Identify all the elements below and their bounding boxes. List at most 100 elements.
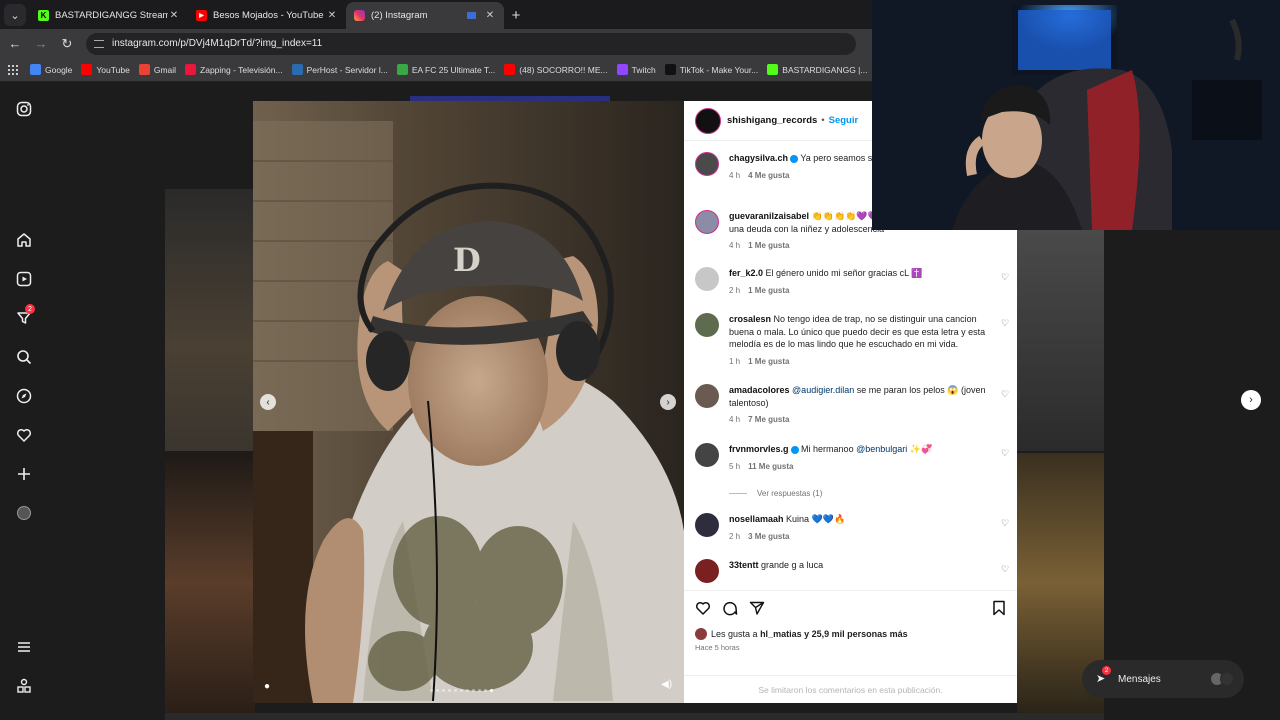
browser-tab-youtube[interactable]: ▶ Besos Mojados - YouTube ✕ (188, 2, 346, 29)
activity-icon[interactable]: 2 (15, 304, 35, 327)
commenter-avatar[interactable] (695, 443, 719, 467)
bookmark-label: BASTARDIGANGG |... (782, 64, 868, 75)
bookmark-item[interactable]: EA FC 25 Ultimate T... (396, 64, 495, 75)
bookmark-item[interactable]: BASTARDIGANGG |... (767, 64, 867, 75)
comment-like-icon[interactable]: ♡ (1001, 449, 1010, 458)
share-icon[interactable] (749, 600, 765, 616)
comment-username[interactable]: chagysilva.ch (729, 153, 788, 163)
notifications-heart-icon[interactable] (15, 426, 33, 444)
commenter-avatar[interactable] (695, 559, 719, 583)
comment-likes[interactable]: 1 Me gusta (748, 241, 789, 250)
comment-time: 4 h (729, 241, 741, 250)
comment-body: frvnmorvles.g Mi hermanoo @benbulgari ✨💞… (729, 443, 994, 473)
browser-tab-kick[interactable]: K BASTARDIGANGG Stream - Wat ✕ (30, 2, 188, 29)
commenter-avatar[interactable] (695, 210, 719, 234)
new-tab-button[interactable]: + (504, 3, 528, 27)
bookmark-item[interactable]: PerHost - Servidor l... (291, 64, 388, 75)
author-avatar[interactable] (695, 107, 721, 134)
tab-search-button[interactable]: ⌄ (4, 4, 26, 26)
messages-button[interactable]: ➤ 2 Mensajes (1082, 660, 1244, 698)
comment-username[interactable]: nosellamaah (729, 514, 784, 524)
address-bar[interactable]: instagram.com/p/DVj4M1qDrTd/?img_index=1… (86, 32, 856, 55)
comment-username[interactable]: frvnmorvles.g (729, 444, 789, 454)
comment-like-icon[interactable]: ♡ (1001, 319, 1010, 328)
reload-button[interactable]: ↻ (56, 33, 78, 55)
comment-icon[interactable] (722, 600, 738, 616)
comment-like-icon[interactable]: ♡ (1001, 390, 1010, 399)
instagram-logo-icon[interactable] (15, 100, 33, 118)
comment-body: nosellamaah Kuina 💙💙🔥 2 h 3 Me gusta (729, 513, 994, 543)
comment-mention[interactable]: @benbulgari (856, 444, 907, 454)
comment-username[interactable]: crosalesn (729, 314, 771, 324)
commenter-avatar[interactable] (695, 152, 719, 176)
comment-like-icon[interactable]: ♡ (1001, 565, 1010, 574)
follow-button[interactable]: Seguir (829, 115, 859, 126)
bookmark-item[interactable]: (48) SOCORRO!! ME... (504, 64, 608, 75)
browser-tab-instagram[interactable]: (2) Instagram ✕ (346, 2, 504, 29)
next-image-button[interactable]: › (660, 394, 676, 410)
comment-likes[interactable]: 3 Me gusta (748, 532, 789, 541)
profile-avatar[interactable] (15, 504, 33, 522)
kick-icon: K (38, 10, 49, 21)
close-icon[interactable]: ✕ (484, 10, 496, 21)
close-icon[interactable]: ✕ (168, 10, 180, 21)
comment-mention[interactable]: @audigier.dilan (792, 385, 854, 395)
home-icon[interactable] (15, 231, 33, 249)
menu-icon[interactable] (15, 638, 33, 656)
site-info-icon[interactable] (94, 39, 104, 48)
commenter-avatar[interactable] (695, 384, 719, 408)
audio-icon[interactable]: ◀) (661, 679, 673, 691)
comment-time: 5 h (729, 461, 741, 471)
bookmark-item[interactable]: Gmail (138, 64, 176, 75)
tab-title: Besos Mojados - YouTube (213, 10, 324, 21)
like-heart-icon[interactable] (695, 600, 711, 616)
post-media[interactable]: D ‹ › ● ◀) (253, 101, 684, 703)
comment-username[interactable]: guevaranilzaisabel (729, 211, 809, 221)
comment-username[interactable]: 33tentt (729, 560, 759, 570)
comment-likes[interactable]: 1 Me gusta (748, 357, 789, 366)
back-button[interactable]: ← (4, 33, 26, 55)
message-avatars (1210, 672, 1234, 686)
prev-image-button[interactable]: ‹ (260, 394, 276, 410)
tab-title: (2) Instagram (371, 10, 428, 21)
apps-grid-icon[interactable] (8, 64, 18, 75)
forward-button[interactable]: → (30, 33, 52, 55)
likes-summary[interactable]: Les gusta a hl_matias y 25,9 mil persona… (695, 628, 908, 640)
comment-body: 33tentt grande g a luca (729, 559, 994, 572)
bookmark-item[interactable]: Zapping - Televisión... (185, 64, 283, 75)
commenter-avatar[interactable] (695, 313, 719, 337)
user-tag-icon[interactable]: ● (264, 681, 276, 693)
comment-username[interactable]: fer_k2.0 (729, 268, 763, 278)
bookmark-item[interactable]: Google (30, 64, 72, 75)
comments-limited-notice: Se limitaron los comentarios en esta pub… (684, 675, 1017, 703)
bookmark-item[interactable]: Twitch (616, 64, 656, 75)
likes-rest[interactable]: y 25,9 mil personas más (804, 629, 908, 639)
comment-likes[interactable]: 4 Me gusta (748, 171, 789, 180)
explore-icon[interactable] (15, 387, 33, 405)
save-bookmark-icon[interactable] (991, 600, 1007, 616)
more-apps-icon[interactable] (15, 677, 33, 695)
comment-body: crosalesn No tengo idea de trap, no se d… (729, 313, 994, 368)
reels-icon[interactable] (15, 270, 33, 288)
search-icon[interactable] (15, 348, 33, 366)
comment-like-icon[interactable]: ♡ (1001, 519, 1010, 528)
commenter-avatar[interactable] (695, 513, 719, 537)
comment-likes[interactable]: 7 Me gusta (748, 415, 789, 424)
bookmark-item[interactable]: TikTok - Make Your... (664, 64, 758, 75)
comment-like-icon[interactable]: ♡ (1001, 273, 1010, 282)
likes-user[interactable]: hl_matias (760, 629, 802, 639)
comment-time: 4 h (729, 415, 741, 424)
create-plus-icon[interactable] (15, 465, 33, 483)
separator: • (821, 115, 825, 126)
bookmark-item[interactable]: YouTube (81, 64, 130, 75)
view-replies-button[interactable]: Ver respuestas (1) (729, 489, 929, 498)
media-playing-icon[interactable] (467, 12, 476, 19)
close-icon[interactable]: ✕ (326, 10, 338, 21)
comment-likes[interactable]: 1 Me gusta (748, 286, 789, 295)
next-post-button[interactable]: › (1241, 390, 1261, 410)
commenter-avatar[interactable] (695, 267, 719, 291)
author-username[interactable]: shishigang_records (727, 115, 817, 126)
comment-likes[interactable]: 11 Me gusta (748, 462, 793, 471)
comment-username[interactable]: amadacolores (729, 385, 790, 395)
arrow-left-icon: ← (8, 36, 22, 51)
